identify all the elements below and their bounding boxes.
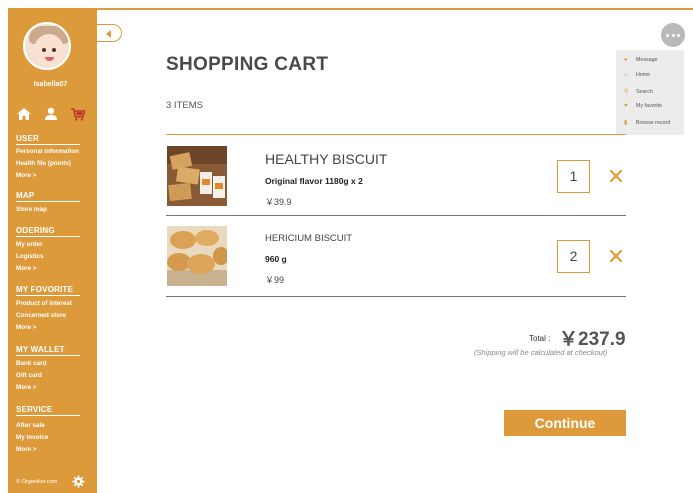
more-menu-button[interactable] bbox=[661, 23, 685, 47]
nav-health-file[interactable]: Health file (points) bbox=[16, 160, 71, 167]
username: Isabella07 bbox=[33, 81, 68, 88]
continue-button[interactable]: Continue bbox=[504, 410, 626, 436]
quantity-field[interactable]: 2 bbox=[557, 240, 590, 273]
section-title-map: MAP bbox=[16, 191, 35, 200]
product-image-healthy-biscuit[interactable] bbox=[167, 146, 227, 206]
message-icon: ● bbox=[624, 57, 628, 63]
menu-item-search[interactable]: ⚲ Search bbox=[624, 88, 653, 98]
section-title-user: USER bbox=[16, 134, 40, 143]
item-divider bbox=[166, 215, 626, 216]
avatar[interactable] bbox=[23, 22, 71, 70]
cart-bottom-divider bbox=[166, 296, 626, 297]
nav-personal-information[interactable]: Personal information bbox=[16, 148, 79, 155]
nav-concerned-store[interactable]: Concerned store bbox=[16, 312, 66, 319]
gear-icon[interactable] bbox=[72, 475, 85, 488]
quantity-field[interactable]: 1 bbox=[557, 160, 590, 193]
nav-product-of-interest[interactable]: Product of interest bbox=[16, 300, 72, 307]
nav-my-order[interactable]: My order bbox=[16, 241, 43, 248]
section-title-service: SERVICE bbox=[16, 405, 53, 414]
nav-logistics[interactable]: Logistics bbox=[16, 253, 44, 260]
nav-user-more[interactable]: More > bbox=[16, 172, 36, 179]
remove-item-icon[interactable] bbox=[609, 249, 623, 263]
back-button[interactable] bbox=[97, 24, 122, 42]
nav-store-map[interactable]: Store map bbox=[16, 206, 47, 213]
total-label: Total : bbox=[529, 334, 551, 343]
heart-icon: ♥ bbox=[624, 103, 628, 109]
sidebar: Isabella07 USER Personal information Hea… bbox=[8, 8, 97, 493]
nav-service-more[interactable]: More > bbox=[16, 446, 36, 453]
menu-item-browse-record[interactable]: ▮ Browse record bbox=[624, 119, 670, 129]
product-spec: 960 g bbox=[265, 254, 287, 264]
nav-ordering-more[interactable]: More > bbox=[16, 265, 36, 272]
home-icon: ⌂ bbox=[624, 72, 628, 78]
nav-bank-card[interactable]: Bank card bbox=[16, 360, 46, 367]
menu-item-message[interactable]: ● Message bbox=[624, 57, 658, 67]
product-spec: Original flavor 1180g x 2 bbox=[265, 176, 363, 186]
brand-footer[interactable]: © Organiker.com bbox=[16, 479, 57, 485]
quick-icons bbox=[16, 106, 86, 122]
total-value: ￥237.9 bbox=[559, 329, 626, 350]
remove-item-icon[interactable] bbox=[609, 169, 623, 183]
nav-favorite-more[interactable]: More > bbox=[16, 324, 36, 331]
nav-my-invoice[interactable]: My invoice bbox=[16, 434, 48, 441]
product-price: ￥39.9 bbox=[265, 197, 292, 207]
product-name[interactable]: HERICIUM BISCUIT bbox=[265, 233, 352, 244]
product-name[interactable]: HEALTHY BISCUIT bbox=[265, 151, 387, 167]
search-icon: ⚲ bbox=[624, 89, 629, 95]
menu-item-home[interactable]: ⌂ Home bbox=[624, 72, 650, 82]
cart-top-divider bbox=[166, 134, 626, 135]
cart-icon[interactable] bbox=[70, 106, 86, 122]
home-icon[interactable] bbox=[16, 106, 32, 122]
user-icon[interactable] bbox=[43, 106, 59, 122]
section-title-wallet: MY WALLET bbox=[16, 345, 65, 354]
shipping-note: (Shipping will be calculated at checkout… bbox=[474, 348, 608, 357]
nav-gift-card[interactable]: Gift card bbox=[16, 372, 42, 379]
product-price: ￥99 bbox=[265, 275, 285, 285]
document-icon: ▮ bbox=[624, 120, 628, 126]
item-count: 3 ITEMS bbox=[166, 100, 203, 111]
section-title-ordering: ODERING bbox=[16, 226, 55, 235]
menu-item-favorite[interactable]: ♥ My favorite bbox=[624, 103, 662, 113]
nav-wallet-more[interactable]: More > bbox=[16, 384, 36, 391]
nav-after-sale[interactable]: After sale bbox=[16, 422, 45, 429]
section-title-favorite: MY FOVORITE bbox=[16, 285, 74, 294]
product-image-hericium-biscuit[interactable] bbox=[167, 226, 227, 286]
page-title: SHOPPING CART bbox=[166, 54, 329, 75]
back-arrow-icon bbox=[106, 30, 111, 38]
dropdown-menu: ● Message ⌂ Home ⚲ Search ♥ My favorite ▮ Bro… bbox=[616, 50, 684, 135]
header-divider bbox=[97, 8, 693, 10]
